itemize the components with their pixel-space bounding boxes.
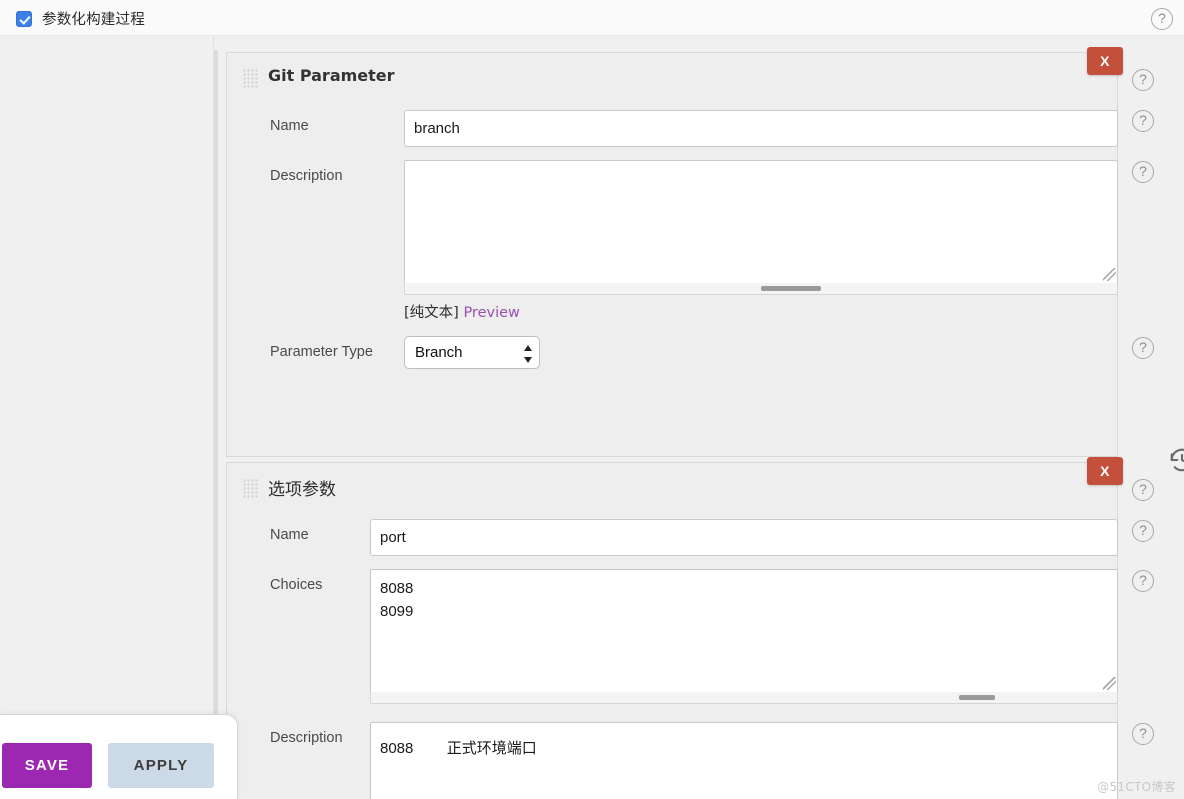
label-choice-name: Name bbox=[270, 527, 309, 543]
delete-parameter-choice-button[interactable]: X bbox=[1087, 457, 1123, 485]
textarea-wrap-choice-description: 8088 正式环境端口 8099 测试环境端口 bbox=[370, 722, 1118, 799]
label-choice-description: Description bbox=[270, 730, 343, 746]
save-button[interactable]: SAVE bbox=[2, 743, 92, 788]
apply-button[interactable]: APPLY bbox=[108, 743, 214, 788]
help-icon-choice-description[interactable]: ? bbox=[1132, 723, 1154, 745]
drag-handle-icon[interactable] bbox=[243, 479, 259, 499]
textarea-git-description[interactable] bbox=[404, 160, 1118, 293]
textarea-choices[interactable]: 8088 8099 bbox=[370, 569, 1118, 702]
help-icon-git-name[interactable]: ? bbox=[1132, 110, 1154, 132]
input-git-name[interactable] bbox=[404, 110, 1118, 147]
label-git-description: Description bbox=[270, 168, 343, 184]
horizontal-scrollbar-choices[interactable] bbox=[370, 692, 1118, 704]
parameterized-build-label: 参数化构建过程 bbox=[42, 8, 145, 29]
parameter-block-git-title: Git Parameter bbox=[268, 66, 395, 85]
help-icon-git-parameter[interactable]: ? bbox=[1132, 69, 1154, 91]
panel-divider bbox=[214, 36, 226, 714]
help-icon-choice-name[interactable]: ? bbox=[1132, 520, 1154, 542]
label-choice-choices: Choices bbox=[270, 577, 322, 593]
git-description-markup-note: [纯文本] Preview bbox=[404, 301, 520, 322]
markup-type-label: [纯文本] bbox=[404, 305, 459, 321]
parameter-block-git-header: Git Parameter bbox=[227, 53, 1117, 105]
left-spacer-pane bbox=[0, 36, 214, 714]
drag-handle-icon[interactable] bbox=[243, 69, 259, 89]
textarea-wrap-git-description bbox=[404, 160, 1118, 293]
textarea-choice-description[interactable]: 8088 正式环境端口 8099 测试环境端口 bbox=[370, 722, 1118, 799]
textarea-wrap-choices: 8088 8099 bbox=[370, 569, 1118, 702]
parameterized-build-checkbox[interactable] bbox=[16, 11, 32, 27]
select-git-parameter-type[interactable]: Branch bbox=[404, 336, 540, 369]
delete-parameter-git-button[interactable]: X bbox=[1087, 47, 1123, 75]
parameter-block-git: Git Parameter Name Description [纯文本] Pre… bbox=[226, 52, 1118, 457]
label-git-name: Name bbox=[270, 118, 309, 134]
watermark: @51CTO博客 bbox=[1097, 778, 1176, 795]
parameter-block-choice-title: 选项参数 bbox=[268, 475, 336, 500]
save-bar: SAVE APPLY bbox=[0, 714, 238, 799]
preview-link[interactable]: Preview bbox=[463, 305, 519, 321]
help-icon-parameterized-build[interactable]: ? bbox=[1151, 8, 1173, 30]
parameter-block-choice-header: 选项参数 bbox=[227, 463, 1117, 515]
restore-history-icon[interactable] bbox=[1168, 446, 1184, 474]
input-choice-name[interactable] bbox=[370, 519, 1118, 556]
horizontal-scrollbar-git-description[interactable] bbox=[404, 283, 1118, 295]
parameterized-build-bar: 参数化构建过程 ? bbox=[0, 0, 1184, 36]
help-icon-choice-parameter[interactable]: ? bbox=[1132, 479, 1154, 501]
help-icon-choice-choices[interactable]: ? bbox=[1132, 570, 1154, 592]
help-icon-git-description[interactable]: ? bbox=[1132, 161, 1154, 183]
parameterized-build-toggle-group: 参数化构建过程 bbox=[16, 8, 145, 29]
page-root: 参数化构建过程 ? Git Parameter Name Description… bbox=[0, 0, 1184, 799]
label-git-parameter-type: Parameter Type bbox=[270, 344, 373, 360]
parameter-block-choice: 选项参数 Name Choices 8088 8099 Description … bbox=[226, 462, 1118, 799]
help-icon-git-parameter-type[interactable]: ? bbox=[1132, 337, 1154, 359]
